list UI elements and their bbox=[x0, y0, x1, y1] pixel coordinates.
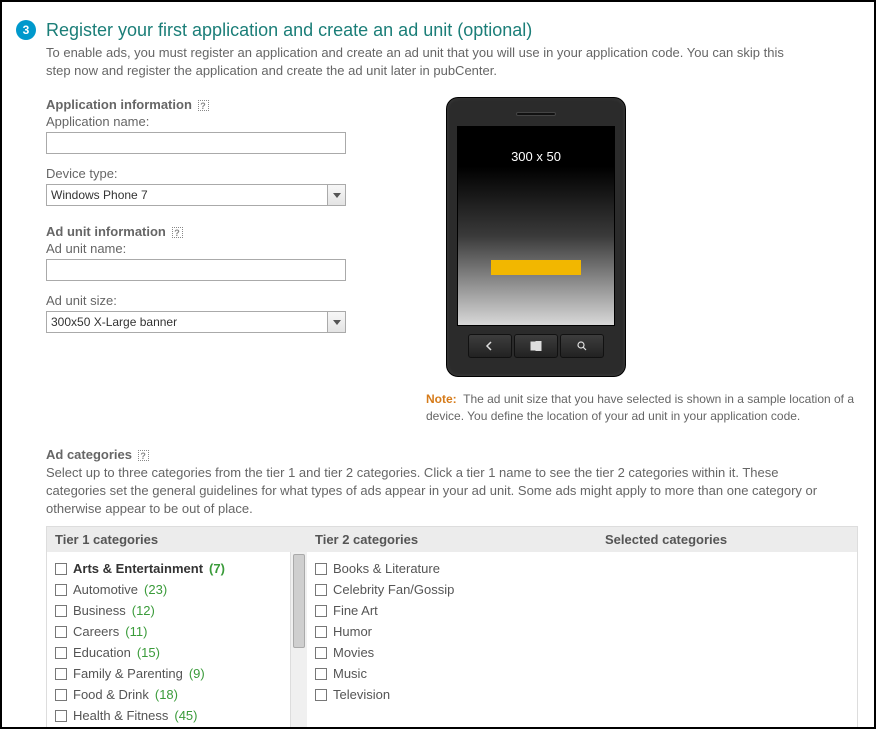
help-icon[interactable]: ? bbox=[138, 450, 149, 461]
tier2-item[interactable]: Celebrity Fan/Gossip bbox=[315, 579, 595, 600]
tier2-header: Tier 2 categories bbox=[307, 527, 597, 552]
help-icon[interactable]: ? bbox=[198, 100, 209, 111]
category-checkbox[interactable] bbox=[315, 668, 327, 680]
tier1-item[interactable]: Education (15) bbox=[55, 642, 305, 663]
category-label: Movies bbox=[333, 645, 374, 660]
phone-search-icon bbox=[560, 334, 604, 358]
categories-description: Select up to three categories from the t… bbox=[46, 464, 826, 519]
tier1-scrollbar[interactable] bbox=[290, 552, 307, 729]
category-count: (9) bbox=[189, 666, 205, 681]
tier1-item[interactable]: Careers (11) bbox=[55, 621, 305, 642]
tier2-list: Books & Literature Celebrity Fan/Gossip Fi… bbox=[307, 552, 597, 729]
device-screen: 300 x 50 bbox=[457, 126, 615, 326]
note-text: The ad unit size that you have selected … bbox=[426, 392, 854, 423]
device-type-select[interactable]: Windows Phone 7 bbox=[46, 184, 346, 206]
category-label: Careers bbox=[73, 624, 119, 639]
adunit-name-label: Ad unit name: bbox=[46, 241, 396, 256]
categories-table-header: Tier 1 categories Tier 2 categories Sele… bbox=[47, 527, 857, 552]
tier1-item[interactable]: Arts & Entertainment (7) bbox=[55, 558, 305, 579]
adunit-info-heading: Ad unit information ? bbox=[46, 224, 396, 239]
category-checkbox[interactable] bbox=[55, 563, 67, 575]
category-label: Education bbox=[73, 645, 131, 660]
step-header: 3 Register your first application and cr… bbox=[16, 20, 860, 97]
tier2-item[interactable]: Fine Art bbox=[315, 600, 595, 621]
chevron-down-icon bbox=[327, 312, 345, 332]
category-count: (45) bbox=[174, 708, 197, 723]
tier2-item[interactable]: Music bbox=[315, 663, 595, 684]
category-checkbox[interactable] bbox=[315, 626, 327, 638]
ad-preview-size-label: 300 x 50 bbox=[458, 127, 614, 164]
help-icon[interactable]: ? bbox=[172, 227, 183, 238]
preview-note: Note: The ad unit size that you have sel… bbox=[426, 391, 860, 425]
tier2-item[interactable]: Movies bbox=[315, 642, 595, 663]
selected-header: Selected categories bbox=[597, 527, 857, 552]
category-label: Business bbox=[73, 603, 126, 618]
tier2-item[interactable]: Books & Literature bbox=[315, 558, 595, 579]
app-info-heading: Application information ? bbox=[46, 97, 396, 112]
step-panel: 3 Register your first application and cr… bbox=[0, 0, 876, 729]
phone-back-icon bbox=[468, 334, 512, 358]
app-name-label: Application name: bbox=[46, 114, 396, 129]
device-preview: 300 x 50 bbox=[446, 97, 626, 377]
tier2-item[interactable]: Humor bbox=[315, 621, 595, 642]
tier1-item[interactable]: Business (12) bbox=[55, 600, 305, 621]
device-type-value: Windows Phone 7 bbox=[47, 188, 327, 202]
categories-table: Tier 1 categories Tier 2 categories Sele… bbox=[46, 526, 858, 729]
tier2-item[interactable]: Television bbox=[315, 684, 595, 705]
tier1-header: Tier 1 categories bbox=[47, 527, 307, 552]
ad-banner-preview bbox=[491, 260, 581, 275]
categories-heading: Ad categories ? bbox=[46, 447, 860, 462]
adunit-name-input[interactable] bbox=[46, 259, 346, 281]
category-label: Food & Drink bbox=[73, 687, 149, 702]
tier1-item[interactable]: Health & Fitness (45) bbox=[55, 705, 305, 726]
selected-list bbox=[597, 552, 857, 729]
step-description: To enable ads, you must register an appl… bbox=[46, 44, 786, 79]
tier1-item[interactable]: Family & Parenting (9) bbox=[55, 663, 305, 684]
adunit-size-label: Ad unit size: bbox=[46, 293, 396, 308]
category-checkbox[interactable] bbox=[55, 689, 67, 701]
category-label: Music bbox=[333, 666, 367, 681]
category-checkbox[interactable] bbox=[315, 605, 327, 617]
category-checkbox[interactable] bbox=[315, 584, 327, 596]
category-label: Automotive bbox=[73, 582, 138, 597]
step-title: Register your first application and crea… bbox=[46, 20, 860, 40]
device-type-label: Device type: bbox=[46, 166, 396, 181]
category-checkbox[interactable] bbox=[315, 563, 327, 575]
category-checkbox[interactable] bbox=[55, 584, 67, 596]
category-label: Arts & Entertainment bbox=[73, 561, 203, 576]
phone-windows-icon bbox=[514, 334, 558, 358]
category-count: (18) bbox=[155, 687, 178, 702]
category-checkbox[interactable] bbox=[55, 647, 67, 659]
category-label: Humor bbox=[333, 624, 372, 639]
category-checkbox[interactable] bbox=[315, 689, 327, 701]
tier1-list: Arts & Entertainment (7)Automotive (23)B… bbox=[47, 552, 307, 729]
category-count: (15) bbox=[137, 645, 160, 660]
adunit-size-select[interactable]: 300x50 X-Large banner bbox=[46, 311, 346, 333]
category-count: (11) bbox=[125, 624, 147, 639]
category-label: Books & Literature bbox=[333, 561, 440, 576]
category-label: Television bbox=[333, 687, 390, 702]
note-label: Note: bbox=[426, 392, 457, 406]
phone-speaker-icon bbox=[516, 112, 556, 116]
category-checkbox[interactable] bbox=[315, 647, 327, 659]
category-checkbox[interactable] bbox=[55, 605, 67, 617]
category-count: (23) bbox=[144, 582, 167, 597]
category-label: Celebrity Fan/Gossip bbox=[333, 582, 454, 597]
category-label: Family & Parenting bbox=[73, 666, 183, 681]
category-count: (7) bbox=[209, 561, 225, 576]
category-checkbox[interactable] bbox=[55, 668, 67, 680]
category-count: (12) bbox=[132, 603, 155, 618]
category-checkbox[interactable] bbox=[55, 626, 67, 638]
chevron-down-icon bbox=[327, 185, 345, 205]
category-checkbox[interactable] bbox=[55, 710, 67, 722]
tier1-item[interactable]: Automotive (23) bbox=[55, 579, 305, 600]
category-label: Health & Fitness bbox=[73, 708, 168, 723]
adunit-size-value: 300x50 X-Large banner bbox=[47, 315, 327, 329]
category-label: Fine Art bbox=[333, 603, 378, 618]
tier1-item[interactable]: Food & Drink (18) bbox=[55, 684, 305, 705]
step-number-badge: 3 bbox=[16, 20, 36, 40]
app-name-input[interactable] bbox=[46, 132, 346, 154]
